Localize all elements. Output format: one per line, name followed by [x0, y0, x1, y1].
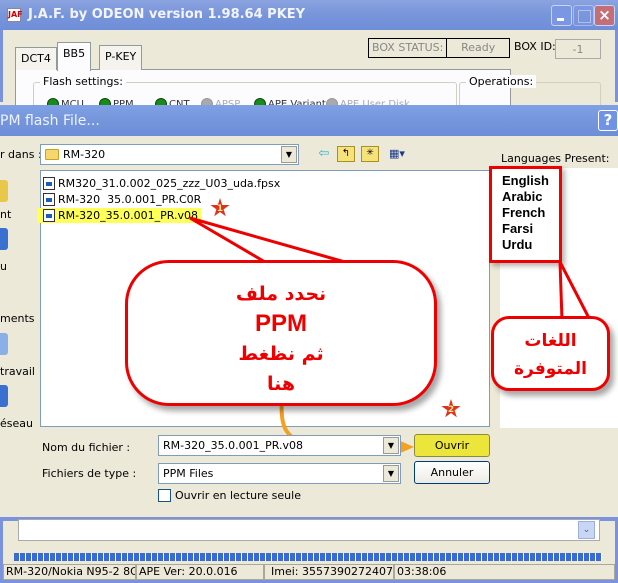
- callout-line: نحدد ملف: [235, 283, 327, 305]
- callout-line: ثم نظغط: [238, 343, 324, 365]
- status-imei: Imei: 35573902724079: [264, 564, 394, 580]
- progress-bar: [14, 553, 602, 561]
- callout-main-tail: [189, 216, 346, 264]
- chevron-down-icon[interactable]: ▼: [383, 465, 399, 482]
- callout-languages: اللغات المتوفرة: [491, 316, 610, 391]
- log-output[interactable]: [18, 519, 600, 541]
- readonly-label: Ouvrir en lecture seule: [175, 489, 301, 502]
- open-button[interactable]: Ouvrir: [414, 434, 490, 457]
- filetype-value: PPM Files: [163, 467, 214, 480]
- scroll-down-button[interactable]: ⌄: [578, 521, 595, 539]
- filename-label: Nom du fichier :: [42, 441, 131, 454]
- callout-lang-tail: [558, 261, 593, 322]
- status-time: 03:38:06: [394, 564, 615, 580]
- filename-input[interactable]: RM-320_35.0.001_PR.v08 ▼: [158, 435, 401, 456]
- filename-value: RM-320_35.0.001_PR.v08: [163, 439, 303, 452]
- callout-line: اللغات: [524, 331, 577, 351]
- filetype-label: Fichiers de type :: [42, 467, 137, 480]
- cancel-button[interactable]: Annuler: [414, 461, 490, 484]
- callout-line: المتوفرة: [514, 359, 587, 379]
- status-model: RM-320/Nokia N95-2 8GB CABL: [3, 564, 136, 580]
- tab-bb5[interactable]: BB5: [57, 42, 92, 71]
- filetype-select[interactable]: PPM Files ▼: [158, 463, 401, 484]
- callout-main: نحدد ملف PPM ثم نظغط هنا: [125, 260, 437, 406]
- status-ape-version: APE Ver: 20.0.016: [136, 564, 264, 580]
- status-bar: RM-320/Nokia N95-2 8GB CABL APE Ver: 20.…: [3, 564, 615, 580]
- callout-line: هنا: [266, 373, 296, 395]
- chevron-down-icon[interactable]: ▼: [383, 437, 399, 454]
- callout-line: PPM: [254, 310, 307, 337]
- readonly-checkbox[interactable]: [158, 489, 171, 502]
